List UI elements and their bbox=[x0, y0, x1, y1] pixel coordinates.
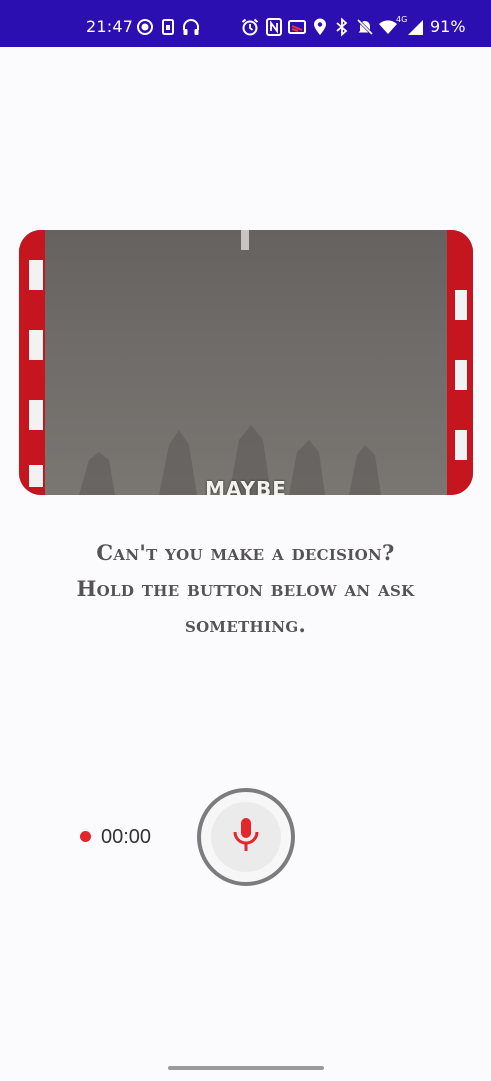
cast-icon bbox=[287, 17, 307, 37]
prompt-line-2: Hold the button below an ask bbox=[76, 576, 415, 601]
recording-indicator-dot bbox=[80, 831, 91, 842]
bluetooth-icon bbox=[332, 17, 352, 37]
hold-to-record-button[interactable] bbox=[197, 788, 295, 886]
battery-percent: 91% bbox=[430, 17, 466, 36]
home-indicator[interactable] bbox=[168, 1066, 324, 1070]
status-time: 21:47 bbox=[86, 17, 134, 36]
mute-icon bbox=[355, 17, 375, 37]
record-icon bbox=[135, 17, 155, 37]
signal-icon bbox=[405, 17, 425, 37]
microphone-icon bbox=[229, 816, 263, 858]
alarm-icon bbox=[240, 17, 260, 37]
nfc-icon bbox=[264, 17, 284, 37]
prompt-text: Can't you make a decision? Hold the butt… bbox=[30, 535, 461, 643]
headset-icon bbox=[181, 17, 201, 37]
prompt-line-1: Can't you make a decision? bbox=[96, 540, 395, 565]
decision-gif: MAYBE bbox=[19, 230, 473, 495]
recording-timer: 00:00 bbox=[101, 826, 152, 848]
gif-caption: MAYBE bbox=[205, 477, 287, 495]
prompt-line-3: something. bbox=[184, 612, 307, 637]
status-bar: 21:47 4G 91% bbox=[0, 0, 491, 47]
wifi-icon bbox=[378, 17, 398, 37]
location-icon bbox=[310, 17, 330, 37]
mic-button-inner[interactable] bbox=[211, 802, 281, 872]
sim-icon bbox=[158, 17, 178, 37]
